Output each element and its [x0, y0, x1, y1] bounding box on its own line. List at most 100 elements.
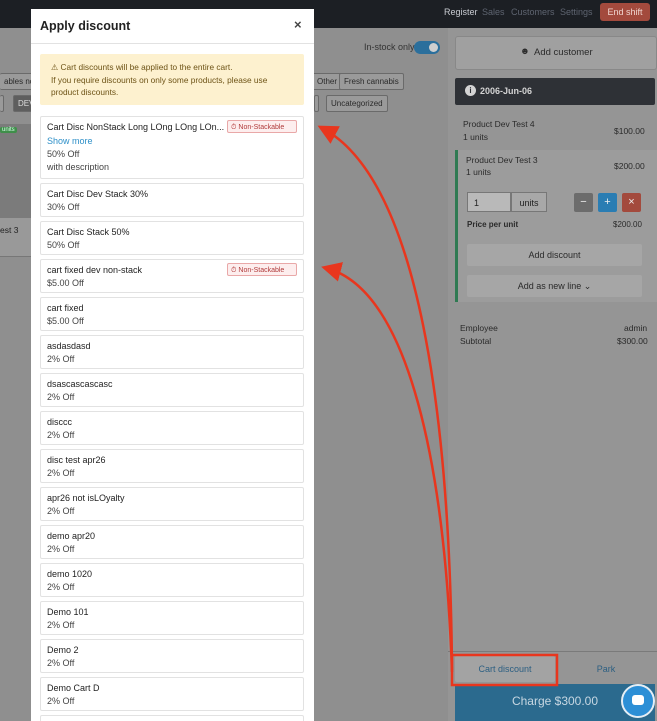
discount-name: Cart Disc NonStack Long LOng LOng LOn... [47, 122, 225, 132]
category-chip-partial[interactable] [314, 95, 319, 112]
category-chip[interactable]: Uncategorized [326, 95, 388, 112]
non-stackable-badge: ⏱ Non-Stackable [227, 263, 297, 276]
cart-line-name[interactable]: Product Dev Test 4 [463, 119, 535, 129]
discount-value: 50% Off [47, 149, 80, 159]
discount-value: 2% Off [47, 544, 75, 554]
discount-name: Cart Disc Stack 50% [47, 227, 130, 237]
category-chip[interactable]: Other [312, 73, 343, 90]
discount-item[interactable]: Demo 2 2% Off [40, 639, 304, 673]
in-stock-toggle[interactable] [414, 41, 440, 54]
nav-register[interactable]: Register [444, 7, 478, 17]
discount-value: 2% Off [47, 392, 75, 402]
info-icon: i [465, 85, 476, 96]
discount-value: 2% Off [47, 354, 75, 364]
add-as-new-line-button[interactable]: Add as new line ⌄ [467, 275, 642, 297]
discount-name: Demo 2 [47, 645, 79, 655]
discount-item[interactable]: disc test apr26 2% Off [40, 449, 304, 483]
cart-line-price: $100.00 [614, 126, 645, 136]
cart-discount-tab[interactable]: Cart discount [455, 656, 555, 682]
discount-item[interactable]: dsascascascasc 2% Off [40, 373, 304, 407]
category-chip[interactable]: Fresh cannabis [339, 73, 404, 90]
subtotal-value: $300.00 [617, 336, 648, 346]
discount-name: cart fixed dev non-stack [47, 265, 143, 275]
discount-item[interactable]: Cart Disc Dev Stack 30% 30% Off [40, 183, 304, 217]
nav-settings[interactable]: Settings [560, 7, 593, 17]
discount-value: 2% Off [47, 658, 75, 668]
cart-line-price: $200.00 [614, 161, 645, 171]
discount-value: 2% Off [47, 430, 75, 440]
discount-item[interactable]: Demo Cart D 2% Off [40, 677, 304, 711]
product-tile-label: est 3 [0, 225, 19, 235]
price-per-unit-value: $200.00 [613, 220, 642, 229]
unit-select[interactable]: units [511, 192, 547, 212]
discount-item[interactable]: Demo 101 2% Off [40, 601, 304, 635]
warning-icon: ⚠ [51, 63, 59, 72]
alert-line-3: product discounts. [51, 87, 119, 97]
discount-item[interactable]: cart fixed dev non-stack $5.00 Off ⏱ Non-S… [40, 259, 304, 293]
discount-name: demo apr20 [47, 531, 96, 541]
discount-item[interactable]: asdasdasd 2% Off [40, 335, 304, 369]
chat-widget-icon[interactable] [621, 684, 655, 718]
add-customer-label: Add customer [534, 47, 593, 58]
add-as-new-line-label: Add as new line [517, 281, 582, 291]
discount-name: Cart Disc Dev Stack 30% [47, 189, 149, 199]
park-tab[interactable]: Park [557, 656, 655, 682]
discount-name: disc test apr26 [47, 455, 106, 465]
discount-item[interactable]: Cart Disc NonStack Long LOng LOng LOn...… [40, 116, 304, 179]
discount-description: with description [47, 162, 110, 172]
cart-line-units: 1 units [463, 132, 489, 142]
discount-value: 50% Off [47, 240, 80, 250]
employee-value: admin [624, 323, 648, 333]
employee-label: Employee [460, 323, 498, 333]
cart-line-units: 1 units [466, 167, 492, 177]
increase-quantity-button[interactable]: + [598, 193, 617, 212]
subtotal-label: Subtotal [460, 336, 492, 346]
remove-line-button[interactable]: × [622, 193, 641, 212]
modal-title: Apply discount [40, 19, 131, 33]
close-icon[interactable]: × [294, 17, 302, 32]
discount-item[interactable]: demo apr20 2% Off [40, 525, 304, 559]
discount-value: 2% Off [47, 582, 75, 592]
product-tile-image[interactable] [0, 124, 31, 218]
discount-value: $5.00 Off [47, 316, 84, 326]
discount-value: 2% Off [47, 506, 75, 516]
discount-name: asdasdasd [47, 341, 91, 351]
add-discount-button[interactable]: Add discount [467, 244, 642, 266]
person-icon: ☻ [520, 46, 530, 57]
end-shift-button[interactable]: End shift [600, 3, 650, 21]
alert-line-1: Cart discounts will be applied to the en… [60, 62, 233, 72]
non-stackable-badge: ⏱ Non-Stackable [227, 120, 297, 133]
discount-item[interactable]: cart new neeewwwww [40, 715, 304, 721]
cart-discount-alert: ⚠ Cart discounts will be applied to the … [40, 54, 304, 105]
category-chip-partial[interactable] [0, 95, 4, 112]
decrease-quantity-button[interactable]: − [574, 193, 593, 212]
discount-item[interactable]: Cart Disc Stack 50% 50% Off [40, 221, 304, 255]
discount-name: apr26 not isLOyalty [47, 493, 125, 503]
product-stock-badge: units [0, 127, 17, 133]
chevron-down-icon: ⌄ [583, 281, 592, 291]
quantity-input[interactable]: 1 [467, 192, 511, 212]
badge-label: Non-Stackable [238, 124, 285, 131]
discount-item[interactable]: demo 1020 2% Off [40, 563, 304, 597]
cart-line-name[interactable]: Product Dev Test 3 [466, 155, 538, 165]
discount-name: cart fixed [47, 303, 84, 313]
product-tile[interactable] [0, 218, 31, 257]
show-more-link[interactable]: Show more [47, 136, 93, 146]
badge-label: Non-Stackable [238, 267, 285, 274]
discount-name: dsascascascasc [47, 379, 113, 389]
in-stock-label: In-stock only [364, 42, 415, 52]
discount-value: 2% Off [47, 468, 75, 478]
discount-item[interactable]: cart fixed $5.00 Off [40, 297, 304, 331]
cart-date: 2006-Jun-06 [480, 86, 533, 96]
nav-sales[interactable]: Sales [482, 7, 505, 17]
apply-discount-modal: Apply discount × ⚠ Cart discounts will b… [31, 9, 314, 721]
discount-item[interactable]: apr26 not isLOyalty 2% Off [40, 487, 304, 521]
discount-value: $5.00 Off [47, 278, 84, 288]
divider [448, 651, 657, 652]
discount-name: demo 1020 [47, 569, 93, 579]
nav-customers[interactable]: Customers [511, 7, 555, 17]
discount-item[interactable]: disccc 2% Off [40, 411, 304, 445]
discount-value: 2% Off [47, 620, 75, 630]
discount-name: Demo Cart D [47, 683, 100, 693]
discount-name: disccc [47, 417, 73, 427]
